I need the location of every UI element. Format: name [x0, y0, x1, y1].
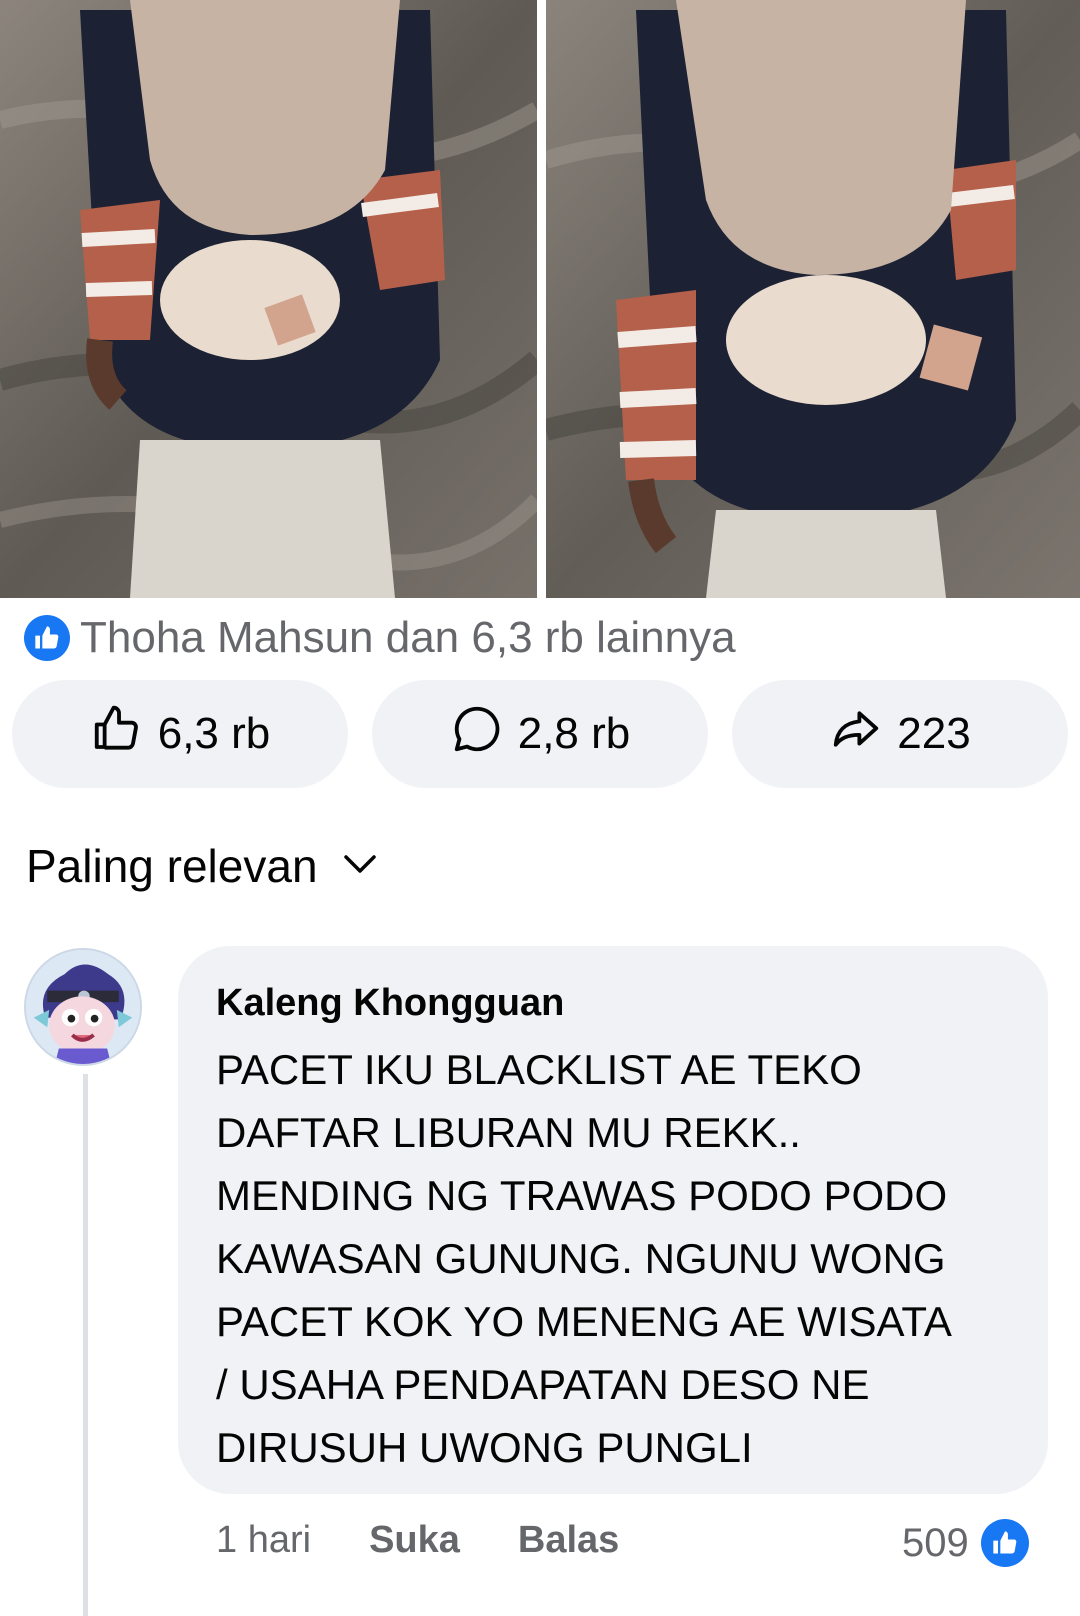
comment-reaction-number: 509 [902, 1520, 969, 1565]
sort-label: Paling relevan [26, 840, 318, 892]
comment-like-button[interactable]: Suka [369, 1519, 460, 1562]
post-actions-bar: 6,3 rb 2,8 rb 223 [12, 680, 1068, 788]
like-reaction-icon [980, 1519, 1029, 1567]
like-button[interactable]: 6,3 rb [12, 680, 348, 788]
thread-line [83, 1074, 88, 1616]
comment-sort-dropdown[interactable]: Paling relevan [26, 838, 378, 894]
avatar[interactable] [24, 948, 142, 1066]
comment-author[interactable]: Kaleng Khongguan [216, 980, 1010, 1026]
comment-time[interactable]: 1 hari [216, 1519, 311, 1562]
post-photo-1[interactable] [0, 0, 537, 598]
comment-button[interactable]: 2,8 rb [372, 680, 708, 788]
comment-bubble[interactable]: Kaleng Khongguan PACET IKU BLACKLIST AE … [178, 946, 1048, 1494]
reactions-summary-text: Thoha Mahsun dan 6,3 rb lainnya [80, 613, 736, 662]
like-count: 6,3 rb [157, 709, 271, 758]
comment-count: 2,8 rb [517, 709, 631, 758]
share-count: 223 [897, 709, 971, 758]
share-icon [829, 702, 883, 767]
chevron-down-icon [342, 852, 378, 881]
post-photo-2[interactable] [546, 0, 1080, 598]
post-photos [0, 0, 1080, 598]
reactions-summary[interactable]: Thoha Mahsun dan 6,3 rb lainnya [24, 613, 736, 662]
comment-reaction-count[interactable]: 509 [902, 1514, 1029, 1572]
like-icon [90, 702, 144, 767]
comment-reply-button[interactable]: Balas [518, 1519, 619, 1562]
comment-icon [450, 702, 504, 767]
comment-text: PACET IKU BLACKLIST AE TEKO DAFTAR LIBUR… [216, 1046, 952, 1471]
like-reaction-icon [24, 615, 70, 661]
share-button[interactable]: 223 [732, 680, 1068, 788]
comment-meta: 1 hari Suka Balas [216, 1514, 619, 1566]
